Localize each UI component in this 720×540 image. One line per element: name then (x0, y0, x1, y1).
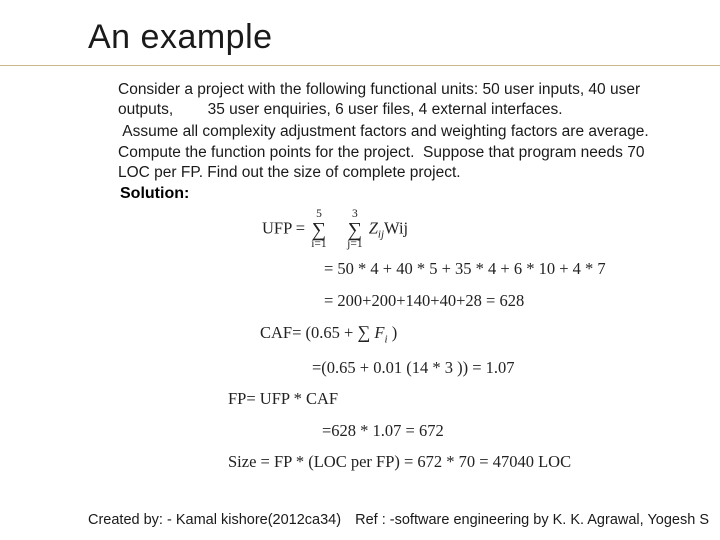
footer-created: Created by: - Kamal kishore(2012ca34) (88, 512, 341, 528)
caf-suffix: ) (392, 323, 398, 342)
caf-prefix: CAF= (0.65 + (260, 323, 357, 342)
f-sub: i (385, 334, 388, 346)
math-block: UFP = 5 ∑ i=1 3 ∑ j=1 ZijWij = 50 * 4 + … (262, 209, 720, 475)
problem-line-3: Compute the function points for the proj… (118, 143, 676, 183)
ufp-expansion: = 50 * 4 + 40 * 5 + 35 * 4 + 6 * 10 + 4 … (324, 256, 720, 282)
sigma-inner: 3 ∑ j=1 (347, 209, 362, 250)
solution-label: Solution: (120, 185, 720, 203)
problem-line-2: Assume all complexity adjustment factors… (118, 122, 676, 142)
slide: An example Consider a project with the f… (0, 0, 720, 540)
footer-ref: Ref : -software engineering by K. K. Agr… (355, 512, 709, 528)
footer: Created by: - Kamal kishore(2012ca34) Re… (88, 512, 709, 528)
sigma-icon: ∑ (347, 221, 362, 239)
fp-result: =628 * 1.07 = 672 (322, 418, 720, 444)
problem-line-1: Consider a project with the following fu… (118, 80, 676, 120)
ufp-definition: UFP = 5 ∑ i=1 3 ∑ j=1 ZijWij (262, 209, 720, 250)
sigma-outer: 5 ∑ i=1 (311, 209, 326, 250)
size-result: Size = FP * (LOC per FP) = 672 * 70 = 47… (228, 449, 720, 475)
fp-definition: FP= UFP * CAF (228, 386, 720, 412)
sigma1-lower: i=1 (311, 239, 326, 251)
caf-definition: CAF= (0.65 + ∑ Fi ) (260, 319, 720, 348)
slide-title: An example (88, 18, 720, 57)
ufp-prefix: UFP = (262, 218, 309, 237)
z-var: Z (369, 218, 378, 237)
wij: Wij (384, 218, 408, 237)
sigma-icon: ∑ (311, 221, 326, 239)
caf-result: =(0.65 + 0.01 (14 * 3 )) = 1.07 (312, 355, 720, 381)
sigma2-lower: j=1 (347, 239, 362, 251)
title-underline (0, 65, 720, 66)
ufp-result: = 200+200+140+40+28 = 628 (324, 288, 720, 314)
f-var: F (374, 323, 384, 342)
